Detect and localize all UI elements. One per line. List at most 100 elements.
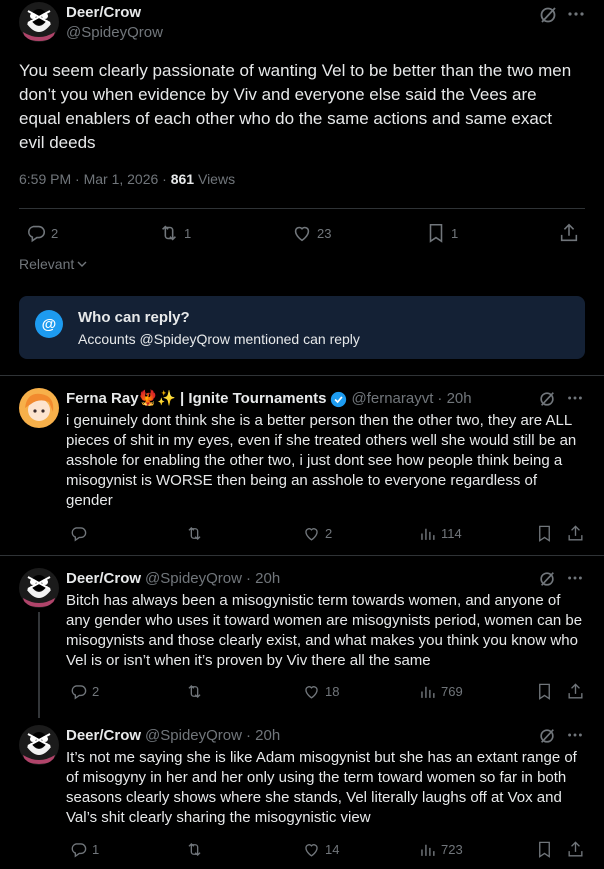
divider [0, 555, 604, 556]
author-handle[interactable]: @SpideyQrow [66, 23, 163, 43]
reply-icon [69, 682, 88, 701]
reply-header: Deer/Crow @SpideyQrow · 20h [66, 726, 280, 746]
more-icon[interactable] [566, 726, 584, 744]
reply-icon [69, 524, 88, 543]
like-button[interactable]: 23 [291, 222, 331, 244]
reply-count: 2 [51, 225, 59, 241]
bookmark-button[interactable] [535, 840, 554, 859]
views-button[interactable]: 723 [418, 840, 463, 859]
views-count: 861 [170, 171, 195, 187]
views-icon [418, 524, 437, 543]
reply-time[interactable]: · 20h [246, 726, 280, 746]
bookmark-button[interactable] [535, 682, 554, 701]
sort-label: Relevant [19, 256, 75, 272]
author-handle[interactable]: @SpideyQrow [145, 569, 242, 589]
like-count: 23 [317, 225, 332, 241]
reply-text: i genuinely dont think she is a better p… [66, 412, 577, 509]
like-button[interactable]: 14 [302, 840, 339, 859]
timestamp[interactable]: 6:59 PM · Mar 1, 2026 · [19, 171, 171, 187]
reply-icon [69, 840, 88, 859]
repost-button[interactable] [185, 524, 208, 543]
share-icon [566, 840, 585, 859]
more-icon[interactable] [566, 389, 584, 407]
more-icon[interactable] [566, 569, 584, 587]
reply-text: It’s not me saying she is like Adam miso… [66, 749, 577, 826]
views-label: Views [194, 171, 236, 187]
share-icon [558, 222, 580, 244]
views-icon [418, 840, 437, 859]
share-button[interactable] [558, 222, 580, 244]
author-name[interactable]: Deer/Crow [66, 569, 141, 589]
repost-icon [185, 840, 204, 859]
at-icon: @ [35, 310, 63, 338]
reply-restriction-notice: @ Who can reply? Accounts @SpideyQrow me… [19, 296, 585, 359]
repost-icon [158, 222, 180, 244]
like-icon [302, 840, 321, 859]
repost-icon [185, 682, 204, 701]
svg-text:@: @ [42, 316, 57, 333]
like-button[interactable]: 2 [302, 524, 332, 543]
avatar[interactable] [19, 568, 59, 608]
reply-text: Bitch has always been a misogynistic ter… [66, 592, 583, 669]
reply-time[interactable]: · 20h [246, 569, 280, 589]
divider [19, 208, 585, 209]
reply-header: Deer/Crow @SpideyQrow · 20h [66, 569, 280, 589]
like-count: 14 [325, 842, 340, 857]
share-button[interactable] [566, 682, 585, 701]
bookmark-icon [425, 222, 447, 244]
bookmark-icon [535, 524, 554, 543]
avatar[interactable] [19, 388, 59, 428]
sort-dropdown[interactable]: Relevant [19, 256, 88, 272]
chevron-down-icon [76, 258, 88, 270]
reply-button[interactable]: 1 [69, 840, 99, 859]
repost-button[interactable] [185, 840, 208, 859]
divider [0, 375, 604, 376]
like-button[interactable]: 18 [302, 682, 339, 701]
bookmark-button[interactable]: 1 [425, 222, 458, 244]
avatar[interactable] [19, 725, 59, 765]
like-icon [302, 524, 321, 543]
author-name[interactable]: Deer/Crow [66, 3, 141, 23]
views-count: 769 [441, 684, 463, 699]
reply-count: 1 [92, 842, 100, 857]
reply-header: Ferna Ray🐦‍🔥✨ | Ignite Tournaments @fern… [66, 389, 472, 409]
reply-button[interactable]: 2 [69, 682, 99, 701]
reply-count: 2 [92, 684, 100, 699]
share-icon [566, 524, 585, 543]
reply-icon [25, 222, 47, 244]
share-button[interactable] [566, 840, 585, 859]
verified-badge-icon [330, 391, 347, 408]
author-handle[interactable]: @fernarayvt [351, 389, 433, 409]
like-count: 2 [325, 526, 333, 541]
views-icon [418, 682, 437, 701]
views-button[interactable]: 769 [418, 682, 463, 701]
grok-icon[interactable] [538, 570, 556, 588]
bookmark-count: 1 [451, 225, 459, 241]
reply-button[interactable]: 2 [25, 222, 58, 244]
author-name[interactable]: Ferna Ray🐦‍🔥✨ | Ignite Tournaments [66, 389, 326, 409]
grok-icon[interactable] [538, 727, 556, 745]
notice-title: Who can reply? [78, 309, 190, 326]
tweet-text: You seem clearly passionate of wanting V… [19, 61, 572, 152]
repost-button[interactable]: 1 [158, 222, 191, 244]
share-button[interactable] [566, 524, 585, 543]
reply-time[interactable]: · 20h [437, 389, 471, 409]
notice-body: Accounts @SpideyQrow mentioned can reply [78, 331, 360, 347]
thread-line [38, 612, 40, 718]
avatar[interactable] [19, 2, 59, 42]
author-name[interactable]: Deer/Crow [66, 726, 141, 746]
reply-button[interactable] [69, 524, 92, 543]
like-icon [291, 222, 313, 244]
bookmark-icon [535, 840, 554, 859]
bookmark-button[interactable] [535, 524, 554, 543]
author-handle[interactable]: @SpideyQrow [145, 726, 242, 746]
like-count: 18 [325, 684, 340, 699]
more-icon[interactable] [566, 4, 586, 24]
grok-icon[interactable] [538, 390, 556, 408]
grok-icon[interactable] [538, 5, 558, 25]
repost-button[interactable] [185, 682, 208, 701]
views-count: 723 [441, 842, 463, 857]
views-button[interactable]: 114 [418, 524, 462, 543]
tweet-meta: 6:59 PM · Mar 1, 2026 · 861 Views [19, 171, 235, 187]
repost-count: 1 [184, 225, 192, 241]
